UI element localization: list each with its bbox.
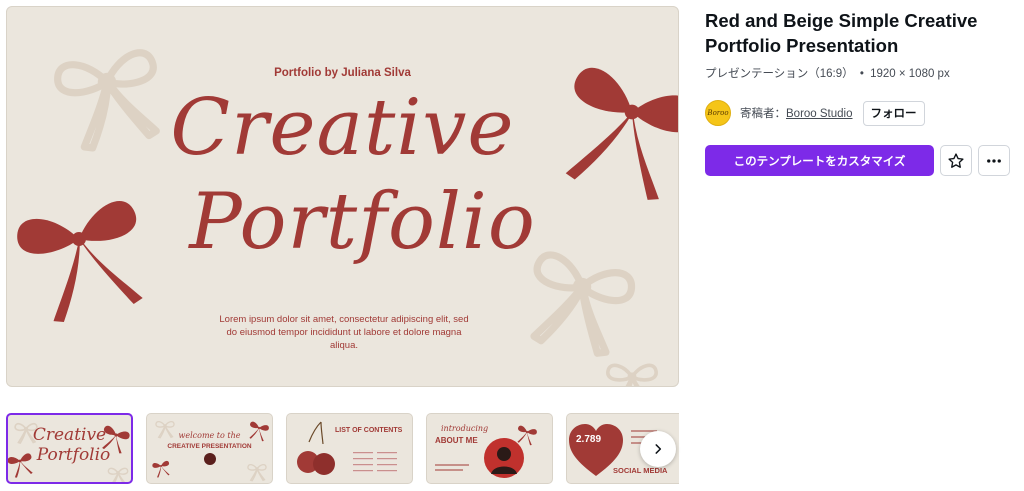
- slide-title-line2: Portfolio: [189, 177, 536, 267]
- template-type: プレゼンテーション（16:9）: [705, 68, 854, 80]
- thumbnail-slide-3[interactable]: LIST OF CONTENTS: [286, 413, 413, 484]
- author-label: 寄稿者：: [740, 108, 786, 120]
- slide-subtitle: Portfolio by Juliana Silva: [274, 67, 411, 79]
- star-icon: [948, 152, 964, 168]
- thumbnail-slide-1[interactable]: Creative Portfolio: [6, 413, 133, 484]
- thumbnail-heading: ABOUT ME: [435, 436, 478, 445]
- author-avatar[interactable]: Boroo: [705, 100, 731, 126]
- author-row: Boroo 寄稿者：Boroo Studio フォロー: [705, 100, 925, 126]
- chevron-right-icon: [655, 444, 662, 454]
- thumbnail-title-line1: Creative: [32, 425, 107, 445]
- author-credit: 寄稿者：Boroo Studio: [740, 105, 853, 121]
- thumbnail-title-line2: Portfolio: [36, 445, 111, 465]
- slide-title-line1: Creative: [170, 83, 515, 173]
- template-title: Red and Beige Simple Creative Portfolio …: [705, 10, 978, 56]
- thumbnail-number: 2.789: [576, 434, 602, 445]
- favorite-button[interactable]: [940, 145, 972, 176]
- cherries-illustration: [297, 421, 397, 475]
- author-link[interactable]: Boroo Studio: [786, 108, 853, 120]
- template-size: 1920 × 1080 px: [870, 68, 950, 80]
- thumbnail-heading: LIST OF CONTENTS: [335, 427, 403, 434]
- template-meta: プレゼンテーション（16:9） • 1920 × 1080 px: [705, 65, 950, 81]
- template-preview[interactable]: Portfolio by Juliana Silva Creative Port…: [6, 6, 679, 387]
- next-thumbnails-button[interactable]: [640, 431, 676, 467]
- meta-separator: •: [859, 68, 864, 80]
- customize-template-button[interactable]: このテンプレートをカスタマイズ: [705, 145, 934, 176]
- thumbnail-heading: SOCIAL MEDIA: [613, 466, 668, 475]
- thumbnail-script: introducing: [441, 424, 489, 433]
- thumbnail-slide-4[interactable]: introducing ABOUT ME: [426, 413, 553, 484]
- more-options-button[interactable]: [978, 145, 1010, 176]
- more-icon: [987, 158, 1001, 163]
- thumbnail-heading: CREATIVE PRESENTATION: [167, 443, 252, 450]
- follow-button[interactable]: フォロー: [862, 100, 925, 126]
- slide-body-text: Lorem ipsum dolor sit amet, consectetur …: [219, 314, 469, 351]
- thumbnail-slide-2[interactable]: welcome to the CREATIVE PRESENTATION: [146, 413, 273, 484]
- thumbnail-script: welcome to the: [178, 431, 241, 440]
